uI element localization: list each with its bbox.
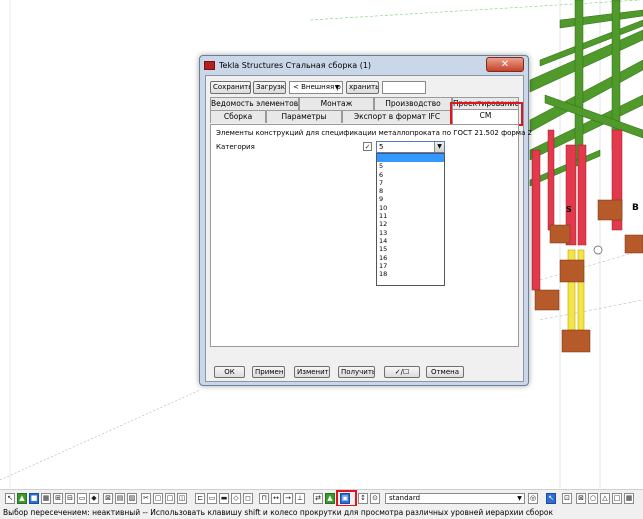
- chevron-down-icon: ▼: [334, 84, 340, 91]
- snap-edge-icon[interactable]: ◻: [243, 493, 253, 504]
- select-cuts-icon[interactable]: ▭: [77, 493, 87, 504]
- dropdown-option[interactable]: 11: [377, 212, 444, 220]
- sm-tab-panel: Элементы конструкций для спецификации ме…: [210, 124, 532, 347]
- dropdown-option[interactable]: 13: [377, 229, 444, 237]
- select-plane-icon[interactable]: ◫: [177, 493, 187, 504]
- load-button[interactable]: Загрузка: [253, 81, 286, 94]
- square-icon[interactable]: □: [612, 493, 622, 504]
- select-pointer-icon[interactable]: ↖: [546, 493, 556, 504]
- dropdown-option[interactable]: 12: [377, 220, 444, 228]
- tab-production[interactable]: Производство: [374, 97, 452, 110]
- view-filter-select[interactable]: standard ▼: [385, 493, 525, 504]
- tab-assembly[interactable]: Сборка: [210, 110, 266, 123]
- steel-assembly-dialog: Tekla Structures Стальная сборка (1) ✕ С…: [199, 55, 532, 386]
- snap-orthogonal-icon[interactable]: ⊙: [370, 493, 380, 504]
- select-bolts-icon[interactable]: ⊠: [103, 493, 113, 504]
- category-select-value: 5: [379, 143, 384, 151]
- dropdown-option[interactable]: 10: [377, 204, 444, 212]
- selection-toolbar: ↖ ▲ ■ ▦ ⊞ ⊟ ▭ ◆ ⊠ ▤ ▨ ✂ ▢ □ ◫ ⊏ ▭ ▬ ◇ ◻ …: [0, 489, 643, 507]
- dropdown-option[interactable]: 7: [377, 179, 444, 187]
- ok-button[interactable]: ОК: [214, 366, 245, 378]
- snap-mid-icon[interactable]: ↔: [271, 493, 281, 504]
- toggle-select-button[interactable]: ✓/☐: [384, 366, 420, 378]
- dropdown-option[interactable]: 9: [377, 195, 444, 203]
- view-filter-value: standard: [389, 494, 421, 502]
- apply-button[interactable]: Применить: [252, 366, 285, 378]
- select-views-icon[interactable]: ◆: [89, 493, 99, 504]
- snap-perpendicular-icon[interactable]: ⟂: [295, 493, 305, 504]
- select-points-icon[interactable]: ▦: [41, 493, 51, 504]
- save-as-button[interactable]: хранить к: [346, 81, 379, 94]
- select-assembly-toggle-icon[interactable]: ▣: [340, 493, 350, 504]
- dropdown-option[interactable]: 18: [377, 270, 444, 278]
- tekla-logo-icon: [204, 60, 215, 70]
- status-bar: Выбор пересечением: неактивный -- Исполь…: [0, 506, 643, 519]
- dialog-button-bar: ОК Применить Изменить Получить ✓/☐ Отмен…: [210, 366, 520, 380]
- snap-center-icon[interactable]: ◇: [231, 493, 241, 504]
- dropdown-option[interactable]: 15: [377, 245, 444, 253]
- preset-select[interactable]: < Внешняя р ▼: [289, 81, 343, 94]
- tab-parameters[interactable]: Параметры: [266, 110, 342, 123]
- select-parts-icon[interactable]: ■: [29, 493, 39, 504]
- category-dropdown-list[interactable]: 5 6 7 8 9 10 11 12 13 14 15 16 17 18: [376, 153, 445, 286]
- category-label: Категория: [216, 143, 255, 151]
- select-surface-icon[interactable]: ▨: [127, 493, 137, 504]
- gridline: [539, 249, 643, 281]
- steel-beams: [529, 0, 643, 187]
- save-button[interactable]: Сохранить: [210, 81, 251, 94]
- tab-erection[interactable]: Монтаж: [299, 97, 374, 110]
- select-all-icon[interactable]: ▲: [17, 493, 27, 504]
- tab-ifc-export[interactable]: Экспорт в формат IFC: [342, 110, 452, 123]
- select-objects-icon[interactable]: □: [165, 493, 175, 504]
- close-button[interactable]: ✕: [486, 57, 524, 72]
- zoom-icon[interactable]: ⊡: [562, 493, 572, 504]
- chevron-down-icon: ▼: [517, 495, 522, 502]
- dialog-body: Сохранить Загрузка < Внешняя р ▼ хранить…: [205, 75, 532, 382]
- gridline: [0, 389, 201, 481]
- select-grid-icon[interactable]: ⊞: [53, 493, 63, 504]
- modify-button[interactable]: Изменить: [294, 366, 330, 378]
- dialog-title: Tekla Structures Стальная сборка (1): [219, 60, 372, 70]
- cancel-button[interactable]: Отмена: [426, 366, 464, 378]
- get-button[interactable]: Получить: [338, 366, 375, 378]
- select-assemblies-icon[interactable]: ▢: [153, 493, 163, 504]
- dropdown-option[interactable]: 14: [377, 237, 444, 245]
- category-select[interactable]: 5 ▼: [376, 141, 445, 153]
- select-box-icon[interactable]: ⊠: [576, 493, 586, 504]
- grid-label-b: B: [632, 203, 639, 213]
- select-welds-icon[interactable]: ⊟: [65, 493, 75, 504]
- snap-surface-icon[interactable]: ▬: [219, 493, 229, 504]
- select-reinforcement-icon[interactable]: ▤: [115, 493, 125, 504]
- dropdown-option[interactable]: [377, 154, 444, 163]
- snap-point-icon[interactable]: ↕: [358, 493, 368, 504]
- snap-line-icon[interactable]: ⇄: [313, 493, 323, 504]
- snap-geometry-icon[interactable]: ▭: [207, 493, 217, 504]
- triangle-icon[interactable]: △: [600, 493, 610, 504]
- filter-settings-icon[interactable]: ◎: [528, 493, 538, 504]
- dialog-titlebar[interactable]: Tekla Structures Стальная сборка (1) ✕: [200, 56, 528, 74]
- tab-element-list[interactable]: Ведомость элементов: [210, 97, 299, 110]
- grid-icon[interactable]: ▦: [624, 493, 634, 504]
- category-checkbox[interactable]: ✓: [363, 142, 372, 151]
- dropdown-option[interactable]: 6: [377, 171, 444, 179]
- select-components-icon[interactable]: ✂: [141, 493, 151, 504]
- snap-intersection-icon[interactable]: →: [283, 493, 293, 504]
- dropdown-option[interactable]: 17: [377, 262, 444, 270]
- dropdown-option[interactable]: 8: [377, 187, 444, 195]
- grid-label-s: S: [566, 205, 572, 214]
- tab-sm[interactable]: СМ: [452, 109, 519, 124]
- snap-extension-icon[interactable]: ▲: [325, 493, 335, 504]
- circle-icon[interactable]: ○: [588, 493, 598, 504]
- snap-reference-icon[interactable]: ⊏: [195, 493, 205, 504]
- save-as-name-input[interactable]: [382, 81, 426, 94]
- chevron-down-icon: ▼: [434, 142, 444, 152]
- pointer-icon[interactable]: ↖: [5, 493, 15, 504]
- panel-description: Элементы конструкций для спецификации ме…: [216, 129, 533, 137]
- snap-end-icon[interactable]: ⊓: [259, 493, 269, 504]
- gridpoint-marker: [593, 245, 603, 255]
- dropdown-option[interactable]: 16: [377, 254, 444, 262]
- dropdown-option[interactable]: 5: [377, 162, 444, 170]
